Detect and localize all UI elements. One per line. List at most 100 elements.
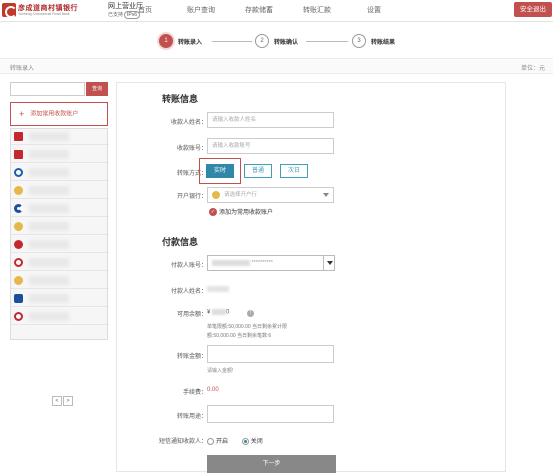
list-item[interactable] (11, 255, 109, 271)
list-item[interactable] (11, 309, 109, 325)
list-item[interactable] (11, 129, 109, 145)
list-item[interactable] (11, 165, 109, 181)
payee-account-input[interactable]: 请输入收款账号 (207, 138, 334, 154)
prev-page-button[interactable]: < (52, 396, 62, 406)
bank-c-icon (14, 150, 23, 159)
step-3-label: 转账结果 (371, 40, 396, 46)
masked-payee (29, 240, 69, 249)
chevron-down-icon (323, 256, 334, 270)
list-item[interactable] (11, 147, 109, 163)
list-item[interactable] (11, 273, 109, 289)
unit-label: 单位：元 (520, 66, 545, 72)
bank-ring-icon (14, 258, 23, 267)
sms-notify-label: 短信通知收款人： (158, 439, 207, 445)
bank-logo-icon (2, 3, 17, 18)
payer-name-label: 付款人姓名： (170, 289, 207, 295)
nav-home[interactable]: 首页 (138, 5, 152, 15)
list-item[interactable] (11, 291, 109, 307)
bank-select[interactable]: 请选择开户行 (207, 187, 334, 203)
masked-payee (29, 186, 69, 195)
mode-normal-button[interactable]: 普通 (244, 164, 272, 178)
masked-payee (29, 168, 69, 177)
limit-line-2: 额:50,000.00 当日剩余笔数:6 (207, 333, 272, 339)
masked-account-prefix (212, 259, 250, 266)
masked-payee (29, 312, 69, 321)
masked-payee (29, 222, 69, 231)
next-button[interactable]: 下一步 (207, 455, 336, 473)
mode-realtime-button[interactable]: 实时 (206, 164, 234, 178)
step-3-circle: 3 (352, 34, 366, 48)
payer-account-value: ********** (251, 260, 273, 266)
save-payee-checkbox[interactable]: ✓ 添加为常用收款账户 (209, 207, 274, 217)
masked-payee (29, 150, 69, 159)
nav-transfer[interactable]: 转账汇款 (303, 5, 331, 15)
mode-nextday-button[interactable]: 次日 (280, 164, 308, 178)
nav-deposit[interactable]: 存款储蓄 (245, 5, 273, 15)
bank-select-placeholder: 请选择开户行 (224, 192, 258, 198)
bank-logo[interactable]: 彦成道商村镇银行 Yucheng Commercial Rural Bank (2, 2, 104, 20)
payee-account-label: 收款账号： (176, 146, 207, 152)
sms-off-label: 关闭 (250, 439, 263, 445)
sms-on-label: 开启 (216, 439, 229, 445)
next-page-button[interactable]: > (63, 396, 73, 406)
masked-payee (29, 258, 69, 267)
amount-input[interactable] (207, 345, 334, 363)
payee-list (10, 128, 109, 340)
fee-label: 手续费： (182, 390, 207, 396)
radio-checked-icon (241, 437, 249, 445)
bank-blue-icon (14, 294, 23, 303)
list-item[interactable] (11, 219, 109, 235)
payer-section-title: 付款信息 (162, 237, 199, 247)
payee-section-title: 转账信息 (162, 94, 199, 104)
radio-icon (207, 437, 214, 445)
transfer-limits: 单笔限额:50,000.00 当日剩余累计限 额:50,000.00 当日剩余笔… (207, 323, 287, 341)
nav-account-query[interactable]: 账户查询 (187, 5, 215, 15)
breadcrumb-current: 转账录入 (10, 66, 35, 72)
bank-label: 开户银行： (176, 194, 207, 200)
add-payee-button[interactable]: + 添加常用收款账户 (10, 102, 108, 126)
breadcrumb: 转账录入 单位：元 (0, 58, 553, 74)
balance-label: 可用余额： (176, 312, 207, 318)
payee-search-button[interactable]: 查询 (86, 82, 108, 96)
chevron-down-icon (323, 193, 329, 197)
bank-coin-icon (14, 186, 23, 195)
fee-value: 0.00 (207, 387, 219, 393)
sms-off-option[interactable]: 关闭 (241, 437, 263, 445)
masked-payee (29, 294, 69, 303)
currency-symbol: ¥ (207, 309, 211, 316)
step-1-circle: 1 (159, 34, 173, 48)
step-connector (212, 41, 252, 42)
list-item[interactable] (11, 237, 109, 253)
limit-line-1: 单笔限额:50,000.00 当日剩余累计限 (207, 324, 288, 330)
step-connector (306, 41, 348, 42)
payee-name-label: 收款人姓名： (170, 120, 207, 126)
pager: < > (52, 396, 76, 406)
progress-steps: 1 转账录入 2 转账确认 3 转账结果 (0, 22, 553, 58)
logout-button[interactable]: 安全退出 (514, 2, 552, 17)
bank-coin-icon (14, 222, 23, 231)
step-2-label: 转账确认 (274, 40, 299, 46)
amount-hint: 请输入金额! (207, 368, 234, 374)
list-item[interactable] (11, 201, 109, 217)
nav-settings[interactable]: 设置 (367, 5, 381, 15)
save-payee-label: 添加为常用收款账户 (219, 210, 274, 216)
purpose-label: 转账用途： (176, 414, 207, 420)
sms-notify-options: 开启 关闭 (207, 436, 263, 445)
bank-eye-icon (14, 168, 23, 177)
purpose-input[interactable] (207, 405, 334, 423)
payer-account-select[interactable]: ********** (207, 255, 335, 271)
payee-sidebar: 查询 + 添加常用收款账户 < > (8, 80, 109, 460)
amount-label: 转账金额： (176, 354, 207, 360)
add-payee-label: 添加常用收款账户 (30, 111, 79, 118)
info-icon[interactable]: ! (247, 309, 255, 317)
payer-account-label: 付款人账号： (170, 263, 207, 269)
ipv6-support: 已支持 IPv6 (108, 11, 141, 19)
balance-suffix: 0 (226, 309, 230, 316)
balance-value: ¥ 0 ! (207, 309, 255, 317)
masked-payee (29, 276, 69, 285)
sms-on-option[interactable]: 开启 (207, 437, 229, 445)
list-item[interactable] (11, 183, 109, 199)
payee-name-input[interactable]: 请输入收款人姓名 (207, 112, 334, 128)
payee-search-input[interactable] (10, 82, 85, 96)
bank-ring-icon (14, 312, 23, 321)
